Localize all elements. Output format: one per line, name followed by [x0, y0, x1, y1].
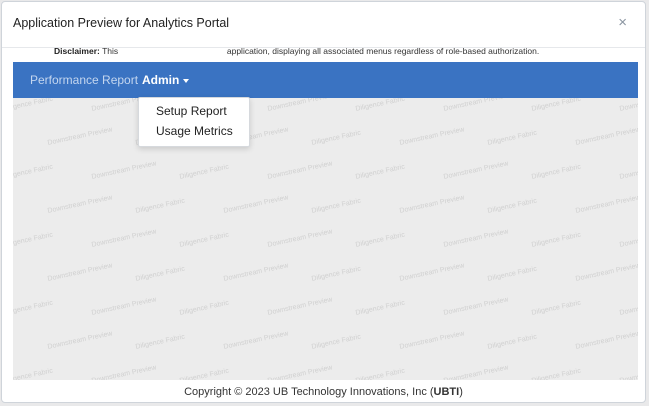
modal-header: Application Preview for Analytics Portal…	[2, 2, 645, 48]
watermark-text: Downstream Preview	[91, 364, 158, 380]
menu-item-usage-metrics[interactable]: Usage Metrics	[156, 124, 233, 138]
watermark-text: Diligence Fabric	[311, 129, 362, 147]
watermark-text: Downstream Preview	[267, 364, 334, 380]
watermark-text: Diligence Fabric	[311, 265, 362, 283]
watermark-text: Diligence Fabric	[355, 231, 406, 249]
watermark-text: Downstream Preview	[575, 194, 638, 215]
watermark-text: Diligence Fabric	[487, 333, 538, 351]
watermark-text: Downstream Preview	[267, 296, 334, 317]
watermark-text: Downstream Preview	[91, 228, 158, 249]
preview-modal: Application Preview for Analytics Portal…	[1, 1, 646, 403]
watermark-text: Downstream Preview	[619, 296, 638, 317]
watermark-text: Diligence Fabric	[13, 98, 54, 113]
watermark-layer: Diligence Fabric Downstream Preview Dilige…	[13, 98, 638, 380]
modal-title: Application Preview for Analytics Portal	[13, 16, 230, 30]
caret-down-icon	[183, 78, 190, 83]
app-navbar: Performance Report Admin	[13, 62, 638, 98]
watermark-text: Diligence Fabric	[179, 299, 230, 317]
watermark-text: Downstream Preview	[399, 126, 466, 147]
watermark-text: Downstream Preview	[399, 330, 466, 351]
watermark-text: Diligence Fabric	[487, 197, 538, 215]
watermark-text: Diligence Fabric	[13, 231, 54, 249]
watermark-text: Diligence Fabric	[531, 367, 582, 380]
watermark-text: Downstream Preview	[223, 194, 290, 215]
admin-menu-toggle[interactable]: Admin	[142, 73, 190, 87]
watermark-text: Diligence Fabric	[487, 129, 538, 147]
watermark-text: Downstream Preview	[443, 364, 510, 380]
watermark-text: Downstream Preview	[91, 160, 158, 181]
disclaimer-text-end: application, displaying all associated m…	[226, 46, 540, 56]
watermark-text: Diligence Fabric	[13, 367, 54, 380]
watermark-text: Downstream Preview	[399, 262, 466, 283]
admin-menu-label: Admin	[142, 73, 180, 87]
watermark-text: Downstream Preview	[619, 228, 638, 249]
watermark-text: Diligence Fabric	[311, 197, 362, 215]
watermark-text: Diligence Fabric	[135, 265, 186, 283]
watermark-text: Diligence Fabric	[135, 333, 186, 351]
watermark-text: Downstream Preview	[47, 262, 114, 283]
watermark-text: Downstream Preview	[223, 262, 290, 283]
watermark-text: Downstream Preview	[47, 194, 114, 215]
watermark-text: Downstream Preview	[399, 194, 466, 215]
watermark-text: Downstream Preview	[47, 126, 114, 147]
watermark-text: Downstream Preview	[443, 296, 510, 317]
watermark-text: Diligence Fabric	[355, 98, 406, 113]
footer-brand: UBTI	[433, 386, 460, 398]
watermark-text: Downstream Preview	[619, 98, 638, 113]
watermark-text: Downstream Preview	[443, 98, 510, 113]
watermark-text: Downstream Preview	[267, 98, 334, 113]
watermark-text: Downstream Preview	[91, 296, 158, 317]
watermark-text: Diligence Fabric	[531, 299, 582, 317]
watermark-text: Downstream Preview	[443, 160, 510, 181]
watermark-text: Diligence Fabric	[179, 231, 230, 249]
watermark-text: Downstream Preview	[267, 228, 334, 249]
watermark-text: Downstream Preview	[619, 364, 638, 380]
preview-frame: Performance Report Admin Diligence Fabri…	[13, 62, 638, 380]
watermark-text: Downstream Preview	[47, 330, 114, 351]
watermark-text: Diligence Fabric	[355, 163, 406, 181]
footer-suffix: )	[459, 386, 463, 398]
disclaimer: Disclaimer: This application, displaying…	[54, 46, 539, 56]
close-icon[interactable]: ×	[618, 14, 627, 32]
watermark-text: Downstream Preview	[575, 126, 638, 147]
watermark-text: Diligence Fabric	[355, 299, 406, 317]
watermark-text: Diligence Fabric	[13, 299, 54, 317]
watermark-text: Diligence Fabric	[487, 265, 538, 283]
watermark-text: Downstream Preview	[575, 262, 638, 283]
watermark-text: Diligence Fabric	[13, 163, 54, 181]
watermark-text: Diligence Fabric	[179, 163, 230, 181]
watermark-text: Diligence Fabric	[311, 333, 362, 351]
menu-item-setup-report[interactable]: Setup Report	[156, 104, 227, 118]
footer-prefix: Copyright © 2023 UB Technology Innovatio…	[184, 386, 434, 398]
watermark-text: Diligence Fabric	[531, 163, 582, 181]
watermark-text: Downstream Preview	[443, 228, 510, 249]
watermark-text: Diligence Fabric	[531, 98, 582, 113]
watermark-text: Diligence Fabric	[355, 367, 406, 380]
disclaimer-label: Disclaimer:	[54, 46, 100, 56]
watermark-text: Diligence Fabric	[531, 231, 582, 249]
watermark-text: Downstream Preview	[575, 330, 638, 351]
disclaimer-text-start: This	[102, 46, 119, 56]
watermark-text: Downstream Preview	[619, 160, 638, 181]
watermark-text: Diligence Fabric	[135, 197, 186, 215]
admin-dropdown-menu: Setup Report Usage Metrics	[138, 97, 250, 147]
watermark-text: Diligence Fabric	[179, 367, 230, 380]
watermark-text: Downstream Preview	[267, 160, 334, 181]
watermark-text: Downstream Preview	[223, 330, 290, 351]
nav-brand[interactable]: Performance Report	[30, 73, 138, 87]
footer: Copyright © 2023 UB Technology Innovatio…	[2, 382, 645, 402]
